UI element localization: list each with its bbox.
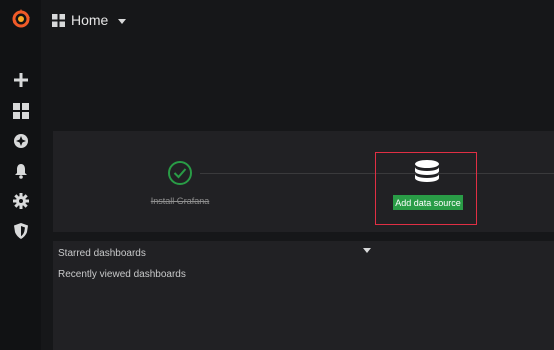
dashboards-icon[interactable] (10, 100, 32, 122)
page-title: Home (71, 12, 109, 28)
recent-dashboards-label[interactable]: Recently viewed dashboards (58, 269, 186, 280)
database-icon (415, 160, 439, 182)
step-label: Install Grafana (150, 196, 210, 206)
bell-icon[interactable] (10, 160, 32, 182)
dashboard-picker[interactable]: Home (52, 10, 127, 30)
shield-icon[interactable] (10, 220, 32, 242)
check-circle-icon (168, 161, 192, 185)
sidebar (0, 0, 41, 350)
gear-icon[interactable] (10, 190, 32, 212)
chevron-down-icon (118, 18, 127, 24)
grafana-logo-icon[interactable] (10, 8, 32, 30)
caret-down-icon[interactable] (363, 248, 371, 253)
starred-dashboards-label[interactable]: Starred dashboards (58, 248, 146, 259)
add-data-source-button[interactable]: Add data source (393, 195, 463, 210)
compass-icon[interactable] (10, 130, 32, 152)
getting-started-panel (53, 131, 554, 232)
plus-icon[interactable] (10, 69, 32, 91)
dashboards-grid-icon (52, 13, 65, 27)
